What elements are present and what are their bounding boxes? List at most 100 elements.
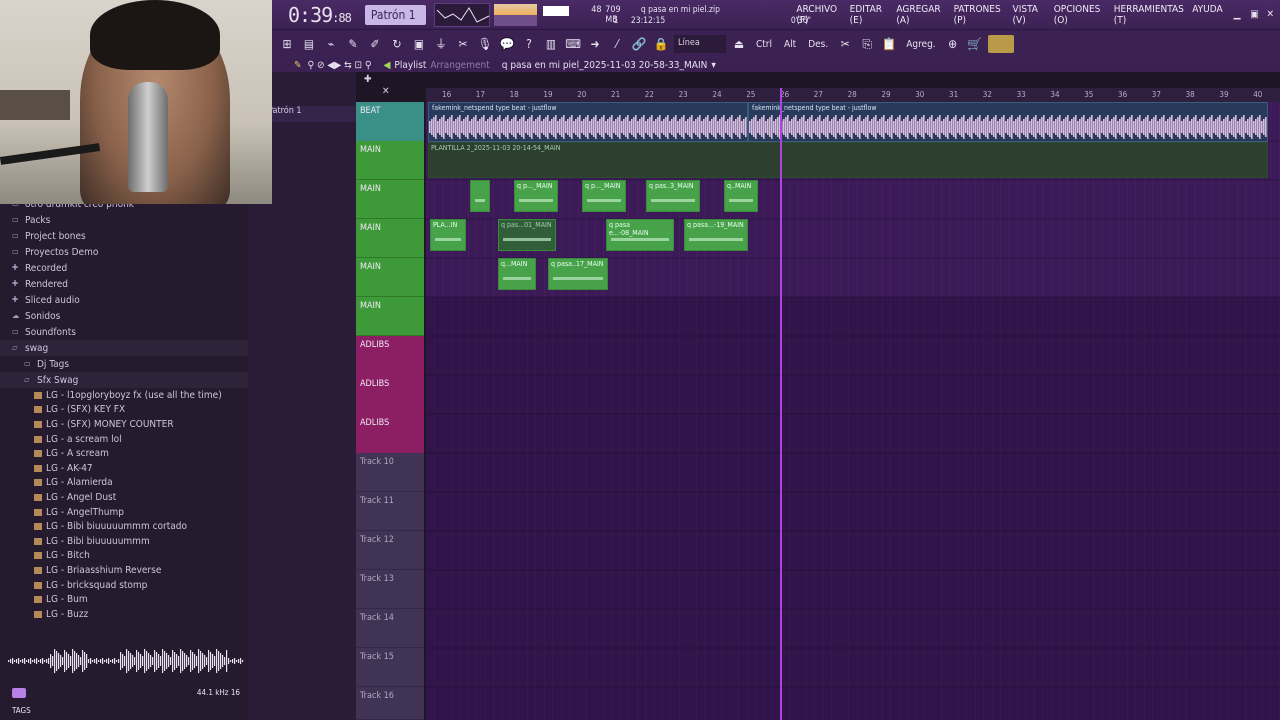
brush-icon[interactable]: ✎ [344,35,362,53]
cart-icon[interactable]: 🛒 [966,35,984,53]
browser-icon[interactable]: ▥ [542,35,560,53]
pattern-clip[interactable]: q pas..3_MAIN [646,180,700,212]
chat-icon[interactable]: 💬 [498,35,516,53]
browser-item[interactable]: ☁ Sonidos [0,308,248,324]
lock-icon[interactable]: 🔒 [652,35,670,53]
pin-icon[interactable]: ⊕ [944,35,962,53]
ctrl-button[interactable]: Ctrl [752,39,776,50]
track-header[interactable]: Track 12 [356,531,424,570]
file-item[interactable]: LG - (SFX) KEY FX [0,403,248,418]
track-header[interactable]: Track 13 [356,570,424,609]
audio-clip[interactable]: fakemink_netspend type beat - justflow [748,102,1268,142]
track-header[interactable]: ADLIBS [356,336,424,375]
browser-item[interactable]: ▱ swag [0,340,248,356]
chevron-down-icon[interactable]: ▾ [711,60,716,71]
track-header[interactable]: BEAT [356,102,424,141]
menu-patrones[interactable]: PATRONES (P) [954,4,1007,26]
menu-vista[interactable]: VISTA (V) [1013,4,1048,26]
file-item[interactable]: LG - Bum [0,592,248,607]
browser-item[interactable]: ✚ Rendered [0,276,248,292]
track-header[interactable]: MAIN [356,297,424,336]
file-item[interactable]: LG - Bibi biuuuuummm cortado [0,519,248,534]
file-item[interactable]: LG - AngelThump [0,505,248,520]
file-item[interactable]: LG - Alamierda [0,476,248,491]
track-header[interactable]: ADLIBS [356,414,424,453]
file-item[interactable]: LG - Buzz [0,607,248,622]
pattern-clip[interactable]: PLANTILLA 2_2025-11-03 20-14-54_MAIN [428,142,1268,178]
usb-icon[interactable]: ⏚ [432,35,450,53]
pencil-tool-icon[interactable]: ✎ [294,60,302,71]
pattern-clip[interactable]: q pasa..17_MAIN [548,258,608,290]
des-button[interactable]: Des. [804,39,832,50]
alt-button[interactable]: Alt [780,39,800,50]
track-header[interactable]: Track 15 [356,648,424,687]
pattern-clip[interactable] [470,180,490,212]
pencil-icon[interactable]: ✐ [366,35,384,53]
browser-item[interactable]: ▭ Proyectos Demo [0,244,248,260]
preview-play-icon[interactable] [12,688,26,698]
copy-icon[interactable]: ⎘ [858,35,876,53]
close-small-icon[interactable]: ✕ [382,86,390,97]
browser-item[interactable]: ▭ Soundfonts [0,324,248,340]
browser-item[interactable]: ✚ Recorded [0,260,248,276]
menu-herramientas[interactable]: HERRAMIENTAS (T) [1114,4,1187,26]
file-item[interactable]: LG - A scream [0,446,248,461]
playhead[interactable] [780,88,782,720]
file-item[interactable]: LG - Bitch [0,549,248,564]
track-header[interactable]: MAIN [356,258,424,297]
menu-ayuda[interactable]: AYUDA [1192,4,1222,26]
save-icon[interactable]: ▣ [410,35,428,53]
pattern-clip[interactable]: q...MAIN [498,258,536,290]
file-icon[interactable]: ▤ [300,35,318,53]
menu-agregar[interactable]: AGREGAR (A) [896,4,947,26]
pattern-clip[interactable]: q pas...01_MAIN [498,219,556,251]
track-header[interactable]: ADLIBS [356,375,424,414]
browser-item[interactable]: ▭ Dj Tags [0,356,248,372]
track-header[interactable]: MAIN [356,180,424,219]
file-item[interactable]: LG - AK-47 [0,461,248,476]
tool-icons[interactable]: ⚲ ⊘ ◀▶ ⇆ ⊡ ⚲ [308,60,372,71]
plug-icon[interactable]: ⌁ [322,35,340,53]
mic-icon[interactable]: 🎙 [476,35,494,53]
pattern-clip[interactable]: q p..._MAIN [514,180,558,212]
minimize-icon[interactable]: ▁ [1234,9,1244,21]
menu-opciones[interactable]: OPCIONES (O) [1054,4,1108,26]
paste-icon[interactable]: 📋 [880,35,898,53]
pattern-selector[interactable]: Patrón 1 [364,4,426,25]
layout-icon[interactable]: ⊞ [278,35,296,53]
track-header[interactable]: MAIN [356,219,424,258]
browser-item[interactable]: ✚ Sliced audio [0,292,248,308]
file-item[interactable]: LG - l1opglorybоyz fx (use all the time) [0,388,248,403]
wand-icon[interactable]: ⁄ [608,35,626,53]
add-icon[interactable]: ✚ [364,74,372,85]
stamp-icon[interactable]: ⏏ [730,35,748,53]
pattern-color-icon[interactable] [987,35,1014,53]
pattern-clip[interactable]: PLA...IN [430,219,466,251]
help-icon[interactable]: ? [520,35,538,53]
menu-editar[interactable]: EDITAR (E) [850,4,891,26]
song-time[interactable]: 0:39:88 [288,3,352,27]
file-item[interactable]: LG - bricksquad stomp [0,578,248,593]
track-header[interactable]: Track 16 [356,687,424,720]
track-header[interactable]: Track 10 [356,453,424,492]
snap-select[interactable]: Línea [674,35,726,53]
pattern-clip[interactable]: q..MAIN [724,180,758,212]
file-item[interactable]: LG - Briaasshium Reverse [0,563,248,578]
project-name[interactable]: q pasa en mi piel_2025-11-03 20-58-33_MA… [502,60,708,71]
browser-item[interactable]: ▭ Project bones [0,228,248,244]
file-item[interactable]: LG - Angel Dust [0,490,248,505]
keyboard-icon[interactable]: ⌨ [564,35,582,53]
file-item[interactable]: LG - Bibi biuuuuummm [0,534,248,549]
browser-item[interactable]: ▭ Packs [0,212,248,228]
maximize-icon[interactable]: ▣ [1250,9,1260,21]
cut-icon[interactable]: ✂ [836,35,854,53]
playlist-grid[interactable]: fakemink_netspend type beat - justflow fa… [426,102,1280,720]
file-item[interactable]: LG - (SFX) MONEY COUNTER [0,417,248,432]
close-icon[interactable]: ✕ [1267,9,1277,21]
pattern-clip[interactable]: q p..._MAIN [582,180,626,212]
timeline-ruler[interactable]: 16 17 18 19 20 21 22 23 24 25 26 27 28 29 30 31 32 33 34 35… [426,88,1280,102]
file-item[interactable]: LG - a scream lol [0,432,248,447]
agreg-button[interactable]: Agreg. [902,39,939,50]
track-header[interactable]: Track 11 [356,492,424,531]
track-header[interactable]: MAIN [356,141,424,180]
